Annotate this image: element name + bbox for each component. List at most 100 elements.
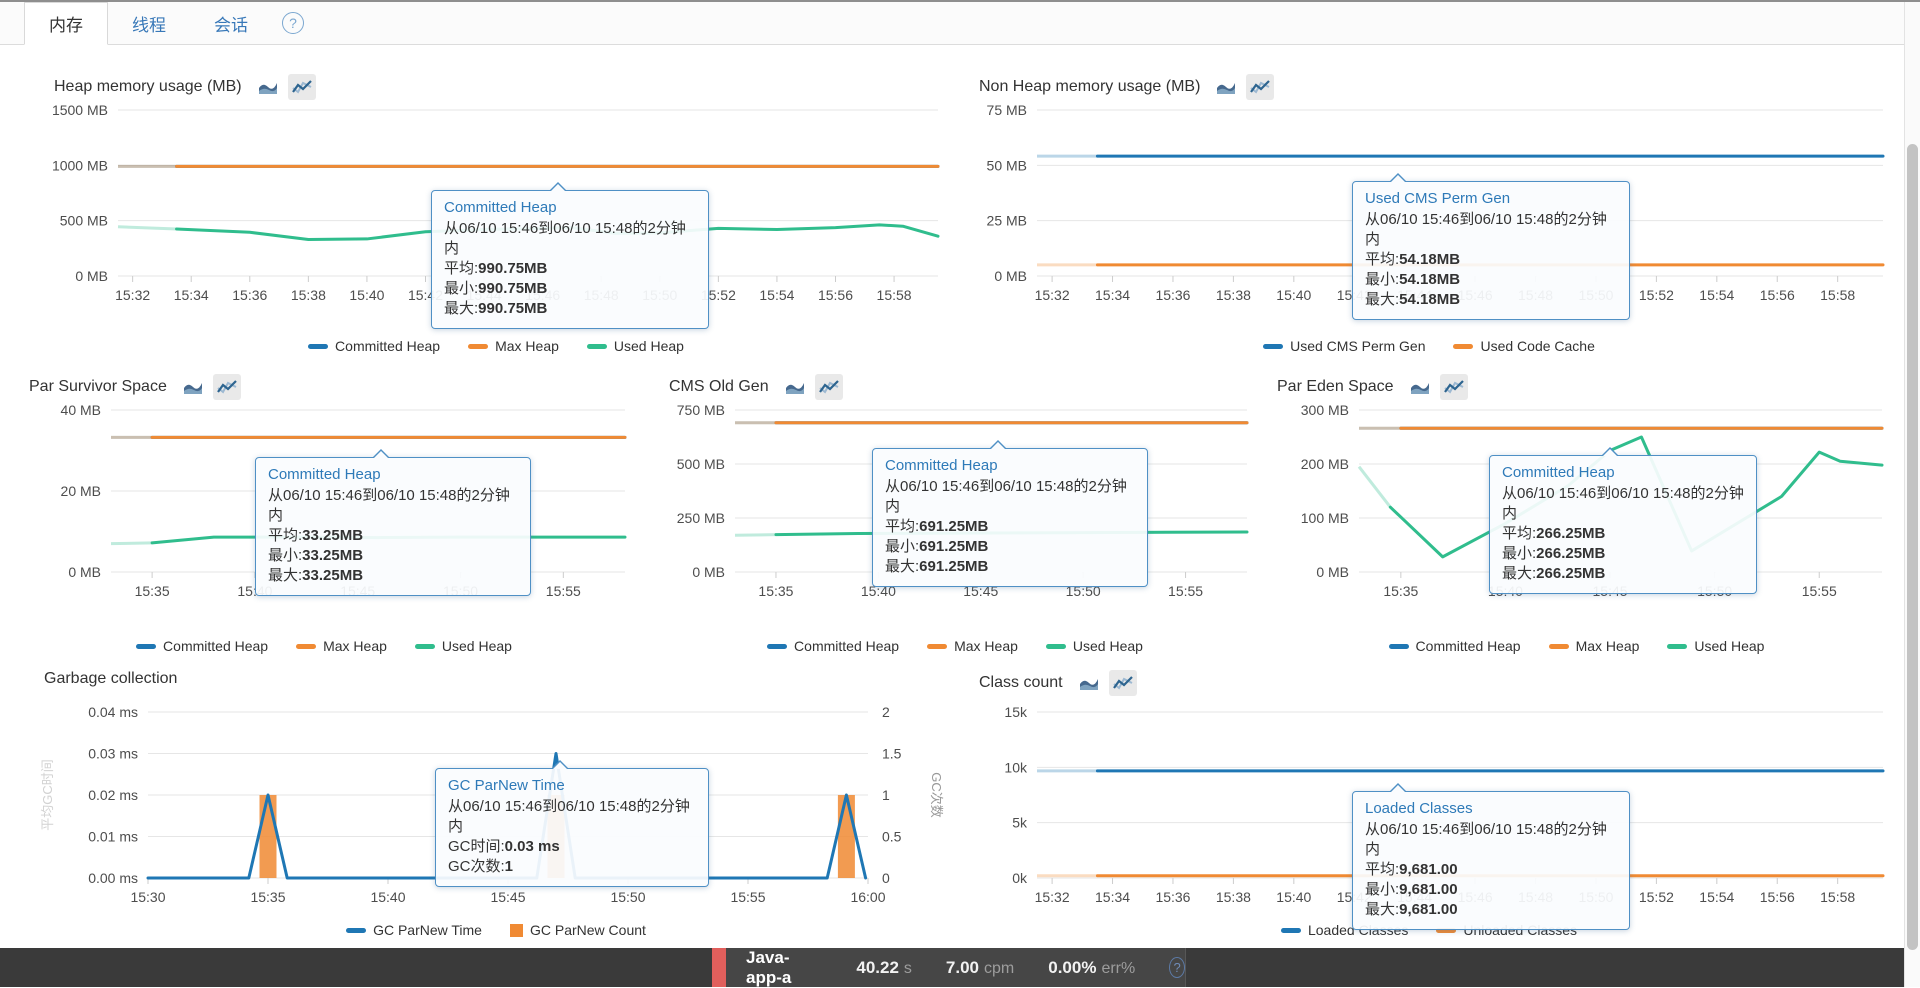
app-name[interactable]: Java-app-a bbox=[746, 948, 810, 988]
legend-item[interactable]: Committed Heap bbox=[136, 638, 268, 654]
chart-tooltip: Committed Heap从06/10 15:46到06/10 15:48的2… bbox=[872, 448, 1148, 587]
legend-item[interactable]: Used Heap bbox=[415, 638, 512, 654]
legend-swatch bbox=[927, 644, 947, 649]
legend-item[interactable]: Used Heap bbox=[1046, 638, 1143, 654]
page-scrollbar[interactable] bbox=[1904, 2, 1920, 987]
svg-text:15:50: 15:50 bbox=[610, 889, 645, 905]
area-chart-icon-button[interactable] bbox=[1406, 374, 1434, 400]
svg-text:0 MB: 0 MB bbox=[75, 268, 108, 284]
line-chart-icon-button[interactable] bbox=[815, 374, 843, 400]
legend-label: Committed Heap bbox=[794, 638, 899, 654]
tab-sessions[interactable]: 会话 bbox=[190, 2, 272, 44]
legend-item[interactable]: Used Heap bbox=[587, 338, 684, 354]
legend-label: Committed Heap bbox=[163, 638, 268, 654]
tab-threads[interactable]: 线程 bbox=[108, 2, 190, 44]
line-chart-icon bbox=[1444, 379, 1464, 395]
line-chart-icon-button[interactable] bbox=[1246, 74, 1274, 100]
tooltip-stat: 最小:33.25MB bbox=[268, 546, 518, 566]
line-chart-icon-button[interactable] bbox=[1109, 670, 1137, 696]
bar-GC ParNew Count[interactable] bbox=[260, 795, 277, 878]
legend-label: Used Heap bbox=[1694, 638, 1764, 654]
svg-text:0.5: 0.5 bbox=[882, 829, 902, 845]
svg-text:15:36: 15:36 bbox=[1155, 889, 1190, 905]
scrollbar-thumb[interactable] bbox=[1907, 144, 1918, 950]
svg-text:500 MB: 500 MB bbox=[677, 456, 725, 472]
svg-text:300 MB: 300 MB bbox=[1301, 402, 1349, 418]
svg-text:15:55: 15:55 bbox=[546, 583, 581, 599]
legend-label: Committed Heap bbox=[335, 338, 440, 354]
tooltip-stat: 最大:990.75MB bbox=[444, 299, 696, 319]
status-help-icon[interactable]: ? bbox=[1169, 957, 1185, 978]
legend-item[interactable]: Used Code Cache bbox=[1453, 338, 1594, 354]
svg-text:平均GC时间: 平均GC时间 bbox=[40, 759, 55, 831]
area-chart-icon-button[interactable] bbox=[781, 374, 809, 400]
svg-text:16:00: 16:00 bbox=[850, 889, 885, 905]
tooltip-stat: 最小:691.25MB bbox=[885, 537, 1135, 557]
chart-legend: Committed Heap Max Heap Used Heap bbox=[1263, 638, 1890, 654]
line-chart-icon-button[interactable] bbox=[213, 374, 241, 400]
legend-swatch bbox=[1281, 928, 1301, 933]
svg-text:15:40: 15:40 bbox=[1276, 287, 1311, 303]
legend-item[interactable]: Used CMS Perm Gen bbox=[1263, 338, 1425, 354]
help-icon[interactable]: ? bbox=[282, 12, 304, 34]
legend-item[interactable]: Committed Heap bbox=[1389, 638, 1521, 654]
legend-label: Used Heap bbox=[614, 338, 684, 354]
tooltip-stat: 最大:9,681.00 bbox=[1365, 900, 1617, 920]
legend-swatch bbox=[587, 344, 607, 349]
chart-title: Par Eden Space bbox=[1277, 378, 1394, 396]
line-chart-icon-button[interactable] bbox=[288, 74, 316, 100]
svg-text:0 MB: 0 MB bbox=[1316, 564, 1349, 580]
tooltip-stat: 最大:54.18MB bbox=[1365, 290, 1617, 310]
svg-text:15:32: 15:32 bbox=[1035, 287, 1070, 303]
chart-legend: Committed Heap Max Heap Used Heap bbox=[15, 638, 633, 654]
svg-text:25 MB: 25 MB bbox=[987, 213, 1027, 229]
chart-legend: GC ParNew Time GC ParNew Count bbox=[30, 922, 962, 938]
svg-text:1: 1 bbox=[882, 787, 890, 803]
svg-text:15:40: 15:40 bbox=[370, 889, 405, 905]
svg-text:15:40: 15:40 bbox=[349, 287, 384, 303]
tooltip-stat: 平均:9,681.00 bbox=[1365, 860, 1617, 880]
chart-tooltip: Loaded Classes从06/10 15:46到06/10 15:48的2… bbox=[1352, 791, 1630, 930]
chart-legend: Used CMS Perm Gen Used Code Cache bbox=[965, 338, 1893, 354]
area-chart-icon-button[interactable] bbox=[1212, 74, 1240, 100]
svg-text:0 MB: 0 MB bbox=[68, 564, 101, 580]
legend-item[interactable]: GC ParNew Time bbox=[346, 922, 482, 938]
tooltip-stat: 最小:9,681.00 bbox=[1365, 880, 1617, 900]
svg-text:15:34: 15:34 bbox=[174, 287, 209, 303]
bar-GC ParNew Count[interactable] bbox=[838, 795, 855, 878]
legend-item[interactable]: Max Heap bbox=[296, 638, 387, 654]
tab-memory[interactable]: 内存 bbox=[24, 2, 108, 45]
tooltip-caret-fill bbox=[1391, 175, 1405, 182]
svg-text:15:58: 15:58 bbox=[1820, 889, 1855, 905]
svg-text:15:52: 15:52 bbox=[1639, 889, 1674, 905]
area-chart-icon-button[interactable] bbox=[1075, 670, 1103, 696]
legend-swatch bbox=[510, 924, 523, 937]
area-chart-icon bbox=[183, 379, 203, 395]
svg-text:2: 2 bbox=[882, 704, 890, 720]
legend-item[interactable]: Used Heap bbox=[1667, 638, 1764, 654]
tooltip-stat: 平均:691.25MB bbox=[885, 517, 1135, 537]
svg-text:0.00 ms: 0.00 ms bbox=[88, 870, 138, 886]
legend-swatch bbox=[767, 644, 787, 649]
chart-card-gc: Garbage collection0.04 ms0.03 ms0.02 ms0… bbox=[30, 668, 962, 948]
legend-item[interactable]: Max Heap bbox=[468, 338, 559, 354]
chart-title: Heap memory usage (MB) bbox=[54, 78, 242, 96]
legend-label: Committed Heap bbox=[1416, 638, 1521, 654]
line-chart-icon-button[interactable] bbox=[1440, 374, 1468, 400]
legend-swatch bbox=[136, 644, 156, 649]
area-chart-icon-button[interactable] bbox=[179, 374, 207, 400]
legend-item[interactable]: Max Heap bbox=[927, 638, 1018, 654]
area-chart-icon-button[interactable] bbox=[254, 74, 282, 100]
error-rate-value: 0.00% bbox=[1048, 958, 1096, 977]
legend-item[interactable]: GC ParNew Count bbox=[510, 922, 646, 938]
legend-item[interactable]: Committed Heap bbox=[308, 338, 440, 354]
legend-item[interactable]: Max Heap bbox=[1549, 638, 1640, 654]
svg-text:1000 MB: 1000 MB bbox=[52, 157, 108, 173]
error-rate-unit: err% bbox=[1101, 960, 1135, 977]
response-time-value: 40.22 bbox=[856, 958, 899, 977]
tooltip-stat: 最小:990.75MB bbox=[444, 279, 696, 299]
svg-text:15:55: 15:55 bbox=[1802, 583, 1837, 599]
tooltip-stat: 最大:691.25MB bbox=[885, 557, 1135, 577]
legend-item[interactable]: Committed Heap bbox=[767, 638, 899, 654]
error-rate-metric: 0.00% err% bbox=[1048, 958, 1135, 978]
